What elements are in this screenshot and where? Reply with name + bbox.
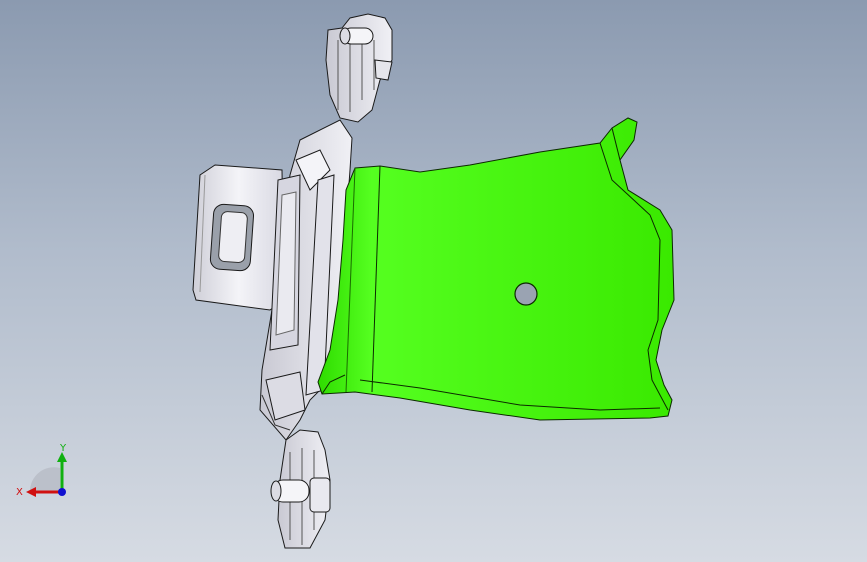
selected-bracket-face[interactable] bbox=[317, 117, 675, 421]
round-hole bbox=[514, 282, 538, 306]
lower-rail bbox=[270, 429, 331, 549]
x-axis-label: X bbox=[16, 487, 23, 498]
upper-rail bbox=[325, 13, 393, 123]
graphics-viewport[interactable]: X Y bbox=[0, 0, 867, 562]
y-axis-label: Y bbox=[60, 443, 67, 454]
triad-icon bbox=[26, 452, 67, 497]
orientation-triad: X Y bbox=[12, 440, 82, 510]
bracket-model[interactable] bbox=[0, 0, 867, 562]
mounting-tab bbox=[192, 164, 285, 311]
